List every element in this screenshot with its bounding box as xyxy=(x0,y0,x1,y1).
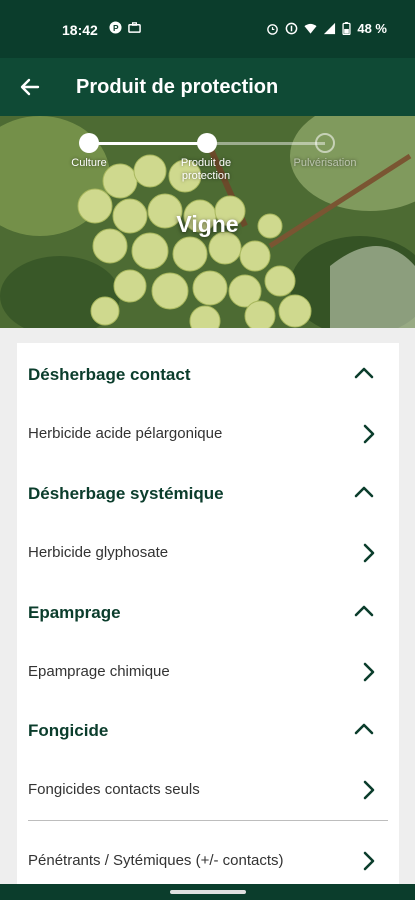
list-item[interactable]: Fongicides contacts seuls xyxy=(17,760,399,820)
chevron-right-icon xyxy=(363,662,375,682)
status-time: 18:42 xyxy=(62,22,98,38)
stepper-line-todo xyxy=(207,142,325,145)
product-list-card: Désherbage contact Herbicide acide pélar… xyxy=(17,343,399,884)
divider xyxy=(28,820,388,821)
list-item-label: Pénétrants / Sytémiques (+/- contacts) xyxy=(28,852,284,869)
battery-percent: 48 % xyxy=(357,21,387,36)
data-saver-icon xyxy=(286,22,298,35)
chevron-up-icon[interactable] xyxy=(353,603,375,619)
battery-icon xyxy=(342,22,351,35)
signal-icon xyxy=(324,22,336,35)
list-item[interactable]: Herbicide glyphosate xyxy=(17,523,399,583)
wifi-icon xyxy=(304,23,317,34)
stepper-line-done xyxy=(89,142,207,145)
list-item[interactable]: Pénétrants / Sytémiques (+/- contacts) xyxy=(17,831,399,884)
status-left-icons: P xyxy=(109,21,141,34)
hero-banner: Culture Produit de protection Pulvérisat… xyxy=(0,116,415,328)
list-item-label: Herbicide glyphosate xyxy=(28,544,169,561)
chevron-right-icon xyxy=(363,424,375,444)
chevron-up-icon[interactable] xyxy=(353,484,375,500)
chevron-up-icon[interactable] xyxy=(353,365,375,381)
section-header-desherbage-contact[interactable]: Désherbage contact xyxy=(17,345,399,403)
crop-title: Vigne xyxy=(176,211,239,237)
step-label-produit: Produit de protection xyxy=(180,157,232,182)
step-dot-culture[interactable] xyxy=(79,133,99,153)
step-dot-produit[interactable] xyxy=(197,133,217,153)
gesture-handle[interactable] xyxy=(170,890,246,894)
section-title: Désherbage systémique xyxy=(28,484,224,503)
chevron-up-icon[interactable] xyxy=(353,721,375,737)
page-title: Produit de protection xyxy=(76,76,279,98)
arrow-left-icon[interactable] xyxy=(18,75,42,99)
list-item-label: Fongicides contacts seuls xyxy=(28,781,200,798)
status-right-icons: 48 % xyxy=(266,21,387,36)
app-bar: Produit de protection xyxy=(0,58,415,116)
progress-stepper: Culture Produit de protection Pulvérisat… xyxy=(0,116,415,196)
step-dot-pulverisation xyxy=(315,133,335,153)
list-item-label: Epamprage chimique xyxy=(28,663,170,680)
alarm-icon xyxy=(267,24,279,35)
chevron-right-icon xyxy=(363,543,375,563)
section-title: Fongicide xyxy=(28,721,109,740)
chevron-right-icon xyxy=(363,851,375,871)
svg-text:P: P xyxy=(113,23,119,33)
section-title: Désherbage contact xyxy=(28,365,191,384)
step-label-pulverisation: Pulvérisation xyxy=(293,157,357,169)
section-header-epamprage[interactable]: Epamprage xyxy=(17,583,399,641)
briefcase-icon xyxy=(128,22,141,33)
section-title: Epamprage xyxy=(28,603,121,622)
system-nav-bar xyxy=(0,884,415,900)
list-item[interactable]: Epamprage chimique xyxy=(17,642,399,702)
section-header-fongicide[interactable]: Fongicide xyxy=(17,701,399,759)
list-item-label: Herbicide acide pélargonique xyxy=(28,425,223,442)
section-header-desherbage-systemique[interactable]: Désherbage systémique xyxy=(17,464,399,522)
chevron-right-icon xyxy=(363,780,375,800)
step-label-culture: Culture xyxy=(71,157,107,169)
p-badge-icon: P xyxy=(109,21,122,34)
status-bar: 18:42 P 48 % xyxy=(0,0,415,58)
list-item[interactable]: Herbicide acide pélargonique xyxy=(17,404,399,464)
